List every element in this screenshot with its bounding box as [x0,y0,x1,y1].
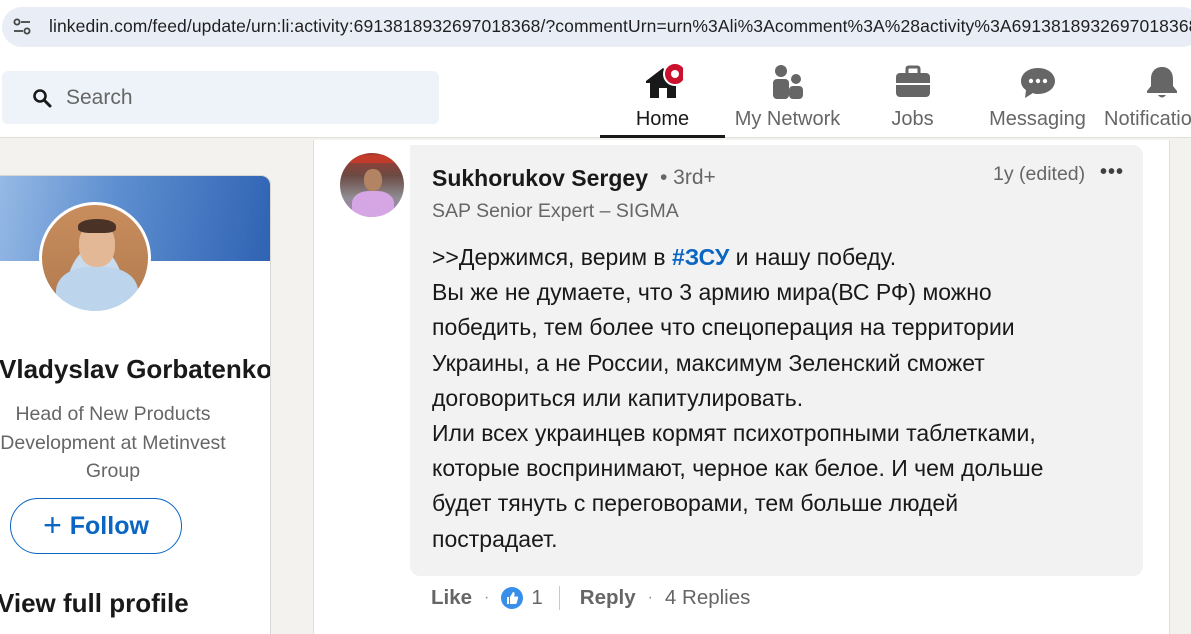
bell-icon [1147,67,1177,98]
comment-text: >>Держимся, верим в #ЗСУ и нашу победу. … [432,240,1132,557]
site-info-icon[interactable] [12,18,32,36]
view-full-profile-link[interactable]: View full profile [0,588,189,619]
address-field[interactable]: linkedin.com/feed/update/urn:li:activity… [2,7,1191,47]
comment-line: договориться или капитулировать. [432,384,804,411]
nav-home-label: Home [635,108,690,130]
home-icon [645,64,683,98]
active-indicator [600,135,725,138]
nav-my-network-label: My Network [734,108,841,130]
nav-jobs-label: Jobs [891,108,934,130]
nav-home[interactable]: Home [600,56,725,138]
profile-headline: Head of New Products Development at Meti… [0,403,226,482]
search-input[interactable] [66,85,426,111]
nav-messaging[interactable]: Messaging [975,56,1100,138]
comment-author-headline: SAP Senior Expert – SIGMA [432,200,679,222]
hashtag-link[interactable]: #ЗСУ [672,244,729,270]
plus-icon: + [43,506,62,543]
reaction-count[interactable]: 1 [531,586,542,610]
comment-actions: Like · 1 Reply · 4 Replies [431,584,750,612]
separator-dot: · [647,589,653,606]
follow-label: Follow [69,511,149,540]
nav-jobs[interactable]: Jobs [850,56,975,138]
comment-line: Вы же не думаете, что 3 армию мира(ВС РФ… [432,279,992,306]
search-icon [33,89,52,108]
people-icon [772,65,803,99]
chat-icon [1020,68,1055,98]
comment-author-name[interactable]: Sukhorukov Sergey [432,165,648,192]
reply-button[interactable]: Reply [580,586,636,610]
comment-timestamp: 1y (edited) [993,163,1086,185]
replies-link[interactable]: 4 Replies [665,586,750,610]
comment-bubble: Sukhorukov Sergey • 3rd+ SAP Senior Expe… [410,145,1143,576]
comment-line: Украины, а не России, максимум Зеленский… [432,349,985,376]
nav-notifications[interactable]: Notifications [1100,56,1191,138]
nav-notifications-label: Notifications [1104,108,1191,130]
like-button[interactable]: Like [431,586,472,610]
search-box[interactable] [2,71,439,124]
more-options-icon[interactable]: ••• [1100,161,1130,185]
url-text[interactable]: linkedin.com/feed/update/urn:li:activity… [49,16,1191,37]
global-nav: Home My Network Jobs Messaging [0,56,1191,138]
nav-my-network[interactable]: My Network [725,56,850,138]
comment-line: которые воспринимают, черное как белое. … [432,455,1044,482]
profile-name[interactable]: Vladyslav Gorbatenko [0,354,270,385]
browser-url-bar: linkedin.com/feed/update/urn:li:activity… [0,0,1191,56]
commenter-avatar[interactable] [340,153,404,217]
profile-avatar[interactable] [39,202,151,314]
divider [558,586,560,610]
comment-line: будет тянуть с переговорами, тем больше … [432,490,959,517]
profile-card: Vladyslav Gorbatenko Head of New Product… [0,175,271,634]
follow-button[interactable]: + Follow [10,498,182,554]
comment-line: победить, тем более что спецоперация на … [432,314,1015,341]
briefcase-icon [895,65,930,97]
comment-line: >>Держимся, верим в #ЗСУ и нашу победу. [432,244,897,270]
thumbs-up-icon[interactable] [501,587,524,609]
connection-degree: • 3rd+ [660,166,716,189]
separator-dot: · [484,589,490,606]
comment-line: Или всех украинцев кормят психотропными … [432,420,1036,447]
comment-line: пострадает. [432,525,558,552]
nav-messaging-label: Messaging [989,108,1086,130]
